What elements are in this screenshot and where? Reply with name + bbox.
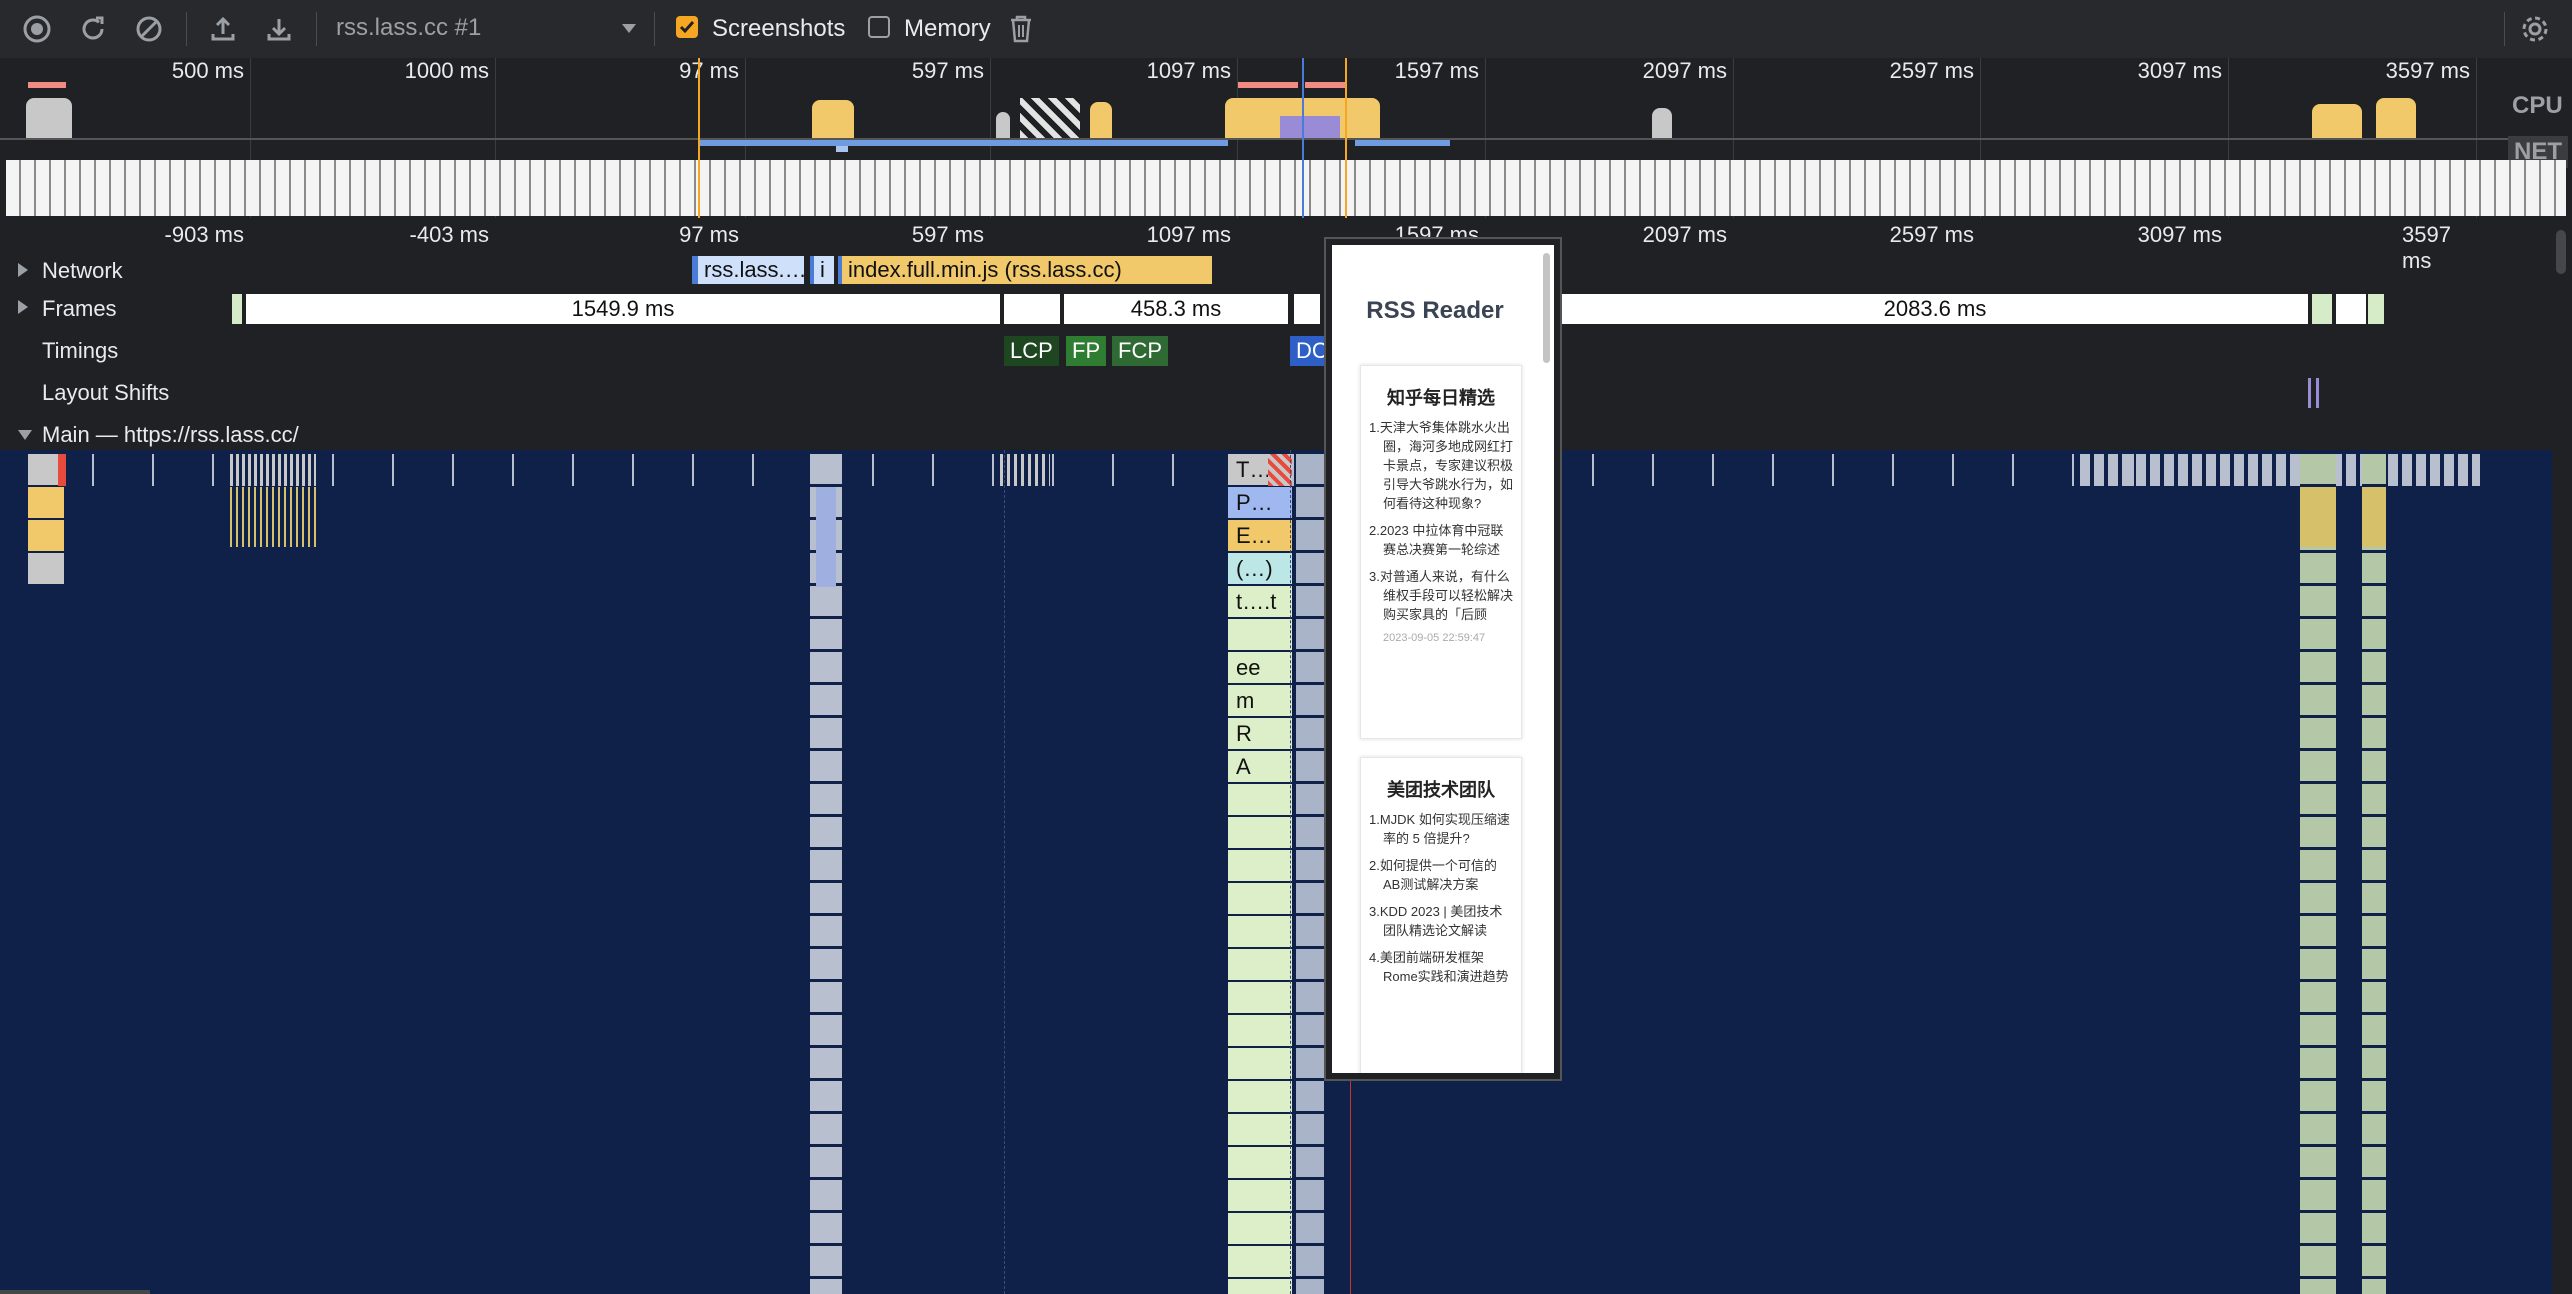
feed-card-item: 3.对普通人来说，有什么维权手段可以轻松解决购买家具的「后顾: [1369, 569, 1514, 622]
network-request[interactable]: i: [810, 256, 834, 284]
ruler-tick: -903 ms: [164, 222, 244, 247]
timing-fp[interactable]: FP: [1066, 336, 1107, 366]
toolbar: rss.lass.cc #1 Screenshots Memory: [0, 0, 2572, 59]
overview-tick: 2597 ms: [1889, 58, 1974, 83]
expand-network-icon[interactable]: [18, 263, 28, 277]
profile-select[interactable]: rss.lass.cc #1: [336, 14, 636, 44]
ruler-tick: 1097 ms: [1146, 222, 1231, 247]
flame-slice[interactable]: R: [1228, 718, 1292, 750]
screenshot-preview-popup: RSS Reader 知乎每日精选 1.天津大爷集体跳水火出圈，海河多地成网红打…: [1324, 237, 1562, 1081]
flame-slice[interactable]: (…): [1228, 553, 1292, 585]
feed-card-title: 美团技术团队: [1387, 780, 1495, 800]
flame-slice[interactable]: P…: [1228, 487, 1292, 519]
flame-slice[interactable]: m: [1228, 685, 1292, 717]
overview-tick: 1597 ms: [1394, 58, 1479, 83]
feed-card-item: 3.KDD 2023 | 美团技术团队精选论文解读: [1369, 904, 1503, 938]
network-request[interactable]: rss.lass.…: [692, 256, 804, 284]
overview-tick: 3097 ms: [2137, 58, 2222, 83]
track-main-label[interactable]: Main — https://rss.lass.cc/: [42, 422, 299, 448]
timeline-overview[interactable]: 500 ms 1000 ms 97 ms 597 ms 1097 ms 1597…: [0, 58, 2572, 218]
profile-select-value: rss.lass.cc #1: [336, 14, 482, 41]
ruler-tick: 3097 ms: [2137, 222, 2222, 247]
cpu-label: CPU: [2512, 92, 2563, 119]
frame-bar[interactable]: 2083.6 ms: [1562, 294, 2308, 324]
ruler-tick: 2597 ms: [1889, 222, 1974, 247]
timing-lcp[interactable]: LCP: [1004, 336, 1059, 366]
ruler-tick: -403 ms: [409, 222, 489, 247]
frame-bar[interactable]: [2336, 294, 2366, 324]
collapse-main-icon[interactable]: [18, 430, 32, 440]
overview-tick: 1000 ms: [404, 58, 489, 83]
ruler-tick: 597 ms: [911, 222, 984, 247]
overview-tick: 597 ms: [911, 58, 984, 83]
chevron-down-icon: [622, 24, 636, 33]
expand-frames-icon[interactable]: [18, 300, 28, 314]
selection-end-handle[interactable]: [1345, 58, 1347, 218]
frame-bar[interactable]: [1294, 294, 1320, 324]
trash-icon[interactable]: [1006, 14, 1036, 44]
track-network-label[interactable]: Network: [42, 258, 123, 284]
network-request[interactable]: index.full.min.js (rss.lass.cc): [838, 256, 1212, 284]
overview-tick: 2097 ms: [1642, 58, 1727, 83]
feed-card-item: 4.美团前端研发框架Rome实践和演进趋势: [1369, 950, 1509, 984]
ruler-tick: 2097 ms: [1642, 222, 1727, 247]
overview-tick: 500 ms: [171, 58, 244, 83]
overview-tick: 3597 ms: [2385, 58, 2470, 83]
horizontal-scrollbar[interactable]: [0, 1290, 150, 1294]
track-timings-label[interactable]: Timings: [42, 338, 118, 364]
screenshots-label[interactable]: Screenshots: [712, 15, 845, 43]
memory-label[interactable]: Memory: [904, 15, 991, 43]
feed-card: 知乎每日精选 1.天津大爷集体跳水火出圈，海河多地成网红打卡景点，专家建议积极引…: [1360, 365, 1522, 739]
feed-card-item: 1.天津大爷集体跳水火出圈，海河多地成网红打卡景点，专家建议积极引导大爷跳水行为…: [1369, 420, 1514, 511]
feed-card-item: 2.如何提供一个可信的AB测试解决方案: [1369, 858, 1497, 892]
feed-card-timestamp: 2023-09-05 22:59:47: [1383, 632, 1486, 644]
layout-shift-marker[interactable]: [2308, 378, 2311, 408]
screenshots-checkbox[interactable]: [676, 16, 698, 38]
memory-checkbox[interactable]: [868, 16, 890, 38]
track-frames-label[interactable]: Frames: [42, 296, 117, 322]
time-ruler: -903 ms -403 ms 97 ms 597 ms 1097 ms 159…: [0, 218, 2550, 273]
flame-slice[interactable]: t….t: [1228, 586, 1292, 618]
overview-tick: 1097 ms: [1146, 58, 1231, 83]
upload-icon[interactable]: [208, 14, 238, 44]
main-thread-flame-chart[interactable]: T… P… E… (…) t….t ee m R A: [0, 450, 2552, 1294]
selection-start-handle[interactable]: [698, 58, 700, 218]
screenshots-filmstrip[interactable]: [6, 160, 2566, 216]
preview-scrollbar: [1543, 253, 1550, 363]
frame-bar[interactable]: 458.3 ms: [1064, 294, 1288, 324]
feed-card-title: 知乎每日精选: [1387, 388, 1495, 408]
frame-bar[interactable]: [1004, 294, 1060, 324]
gear-icon[interactable]: [2520, 14, 2550, 44]
feed-card-item: 1.MJDK 如何实现压缩速率的 5 倍提升?: [1369, 812, 1510, 846]
rss-reader-title: RSS Reader: [1366, 297, 1504, 324]
timing-fcp[interactable]: FCP: [1112, 336, 1168, 366]
flame-slice[interactable]: A: [1228, 751, 1292, 783]
download-icon[interactable]: [264, 14, 294, 44]
clear-icon[interactable]: [134, 14, 164, 44]
frame-bar[interactable]: 1549.9 ms: [246, 294, 1000, 324]
feed-card: 美团技术团队 1.MJDK 如何实现压缩速率的 5 倍提升? 2.如何提供一个可…: [1360, 757, 1522, 1073]
feed-card-item: 2.2023 中拉体育中冠联赛总决赛第一轮综述: [1369, 523, 1504, 557]
ruler-tick: 97 ms: [679, 222, 739, 247]
tracks-scrollbar[interactable]: [2556, 230, 2566, 274]
flame-slice[interactable]: ee: [1228, 652, 1292, 684]
tracks-panel: Network rss.lass.… i index.full.min.js (…: [0, 252, 2550, 450]
record-icon[interactable]: [22, 14, 52, 44]
reload-icon[interactable]: [78, 14, 108, 44]
track-layout-shifts-label[interactable]: Layout Shifts: [42, 380, 169, 406]
flame-slice[interactable]: E…: [1228, 520, 1292, 552]
overview-tick: 97 ms: [679, 58, 739, 83]
layout-shift-marker[interactable]: [2316, 378, 2319, 408]
